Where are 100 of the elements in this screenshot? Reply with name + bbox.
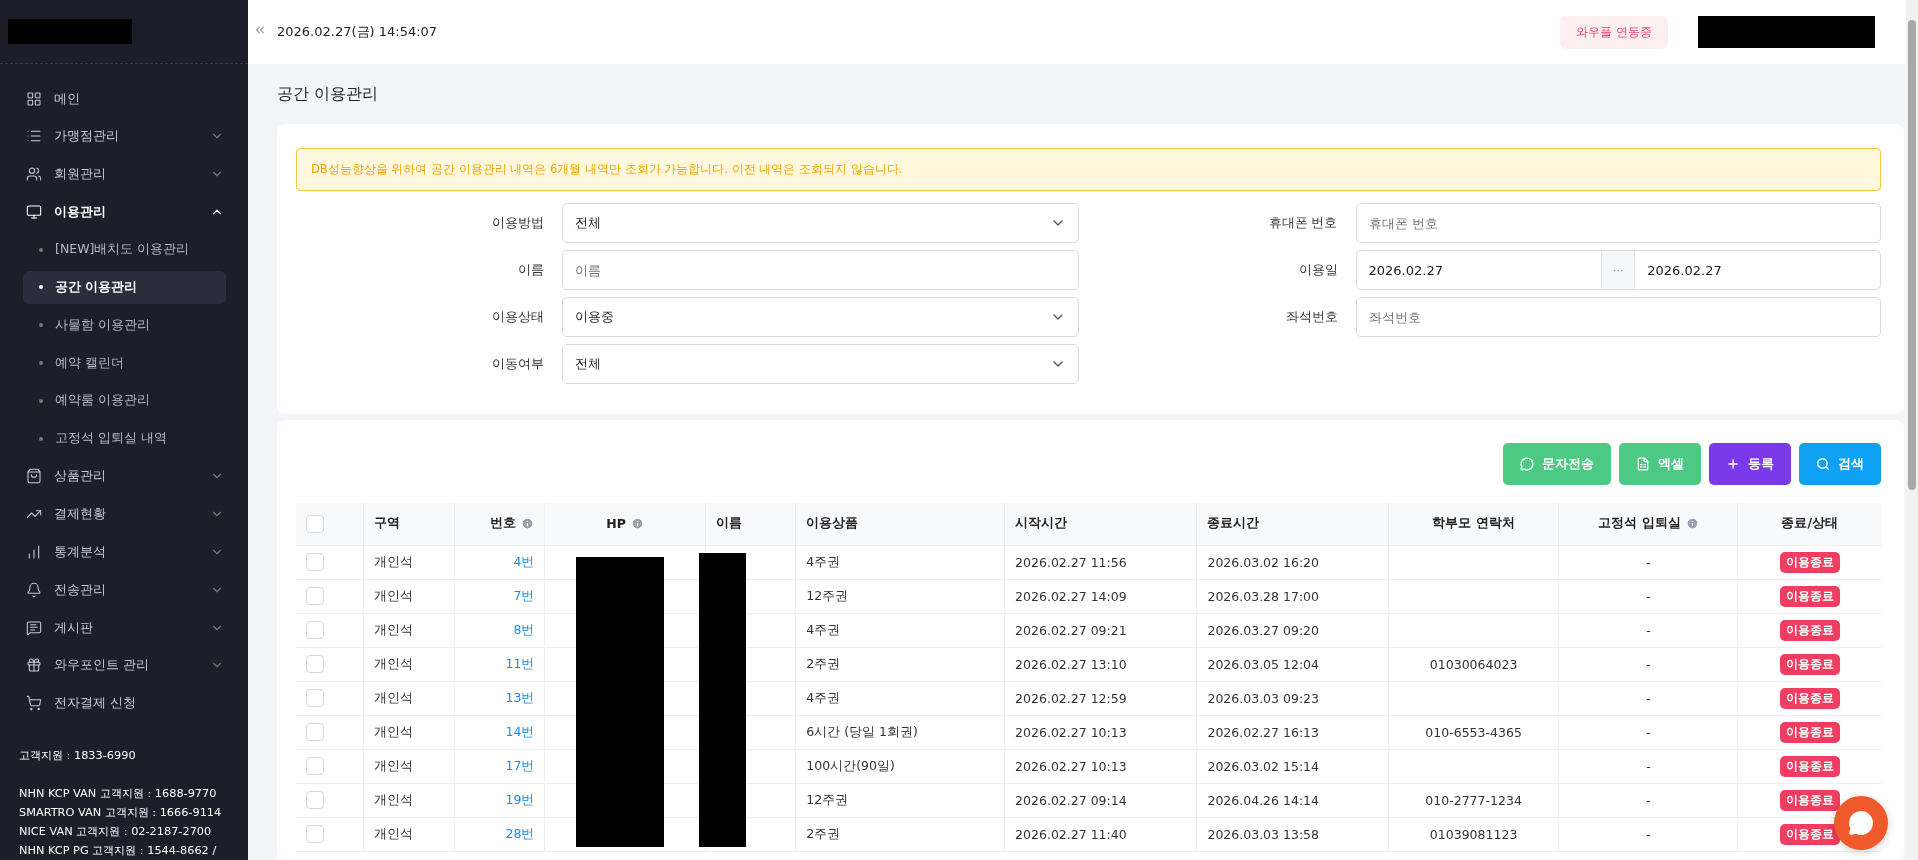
page-title: 공간 이용관리	[276, 83, 380, 105]
spreadsheet-icon	[1636, 457, 1650, 471]
select-field[interactable]: 이용중	[562, 297, 1079, 337]
zone-cell: 개인석	[374, 655, 414, 671]
input-field[interactable]: 이름	[562, 250, 1079, 290]
sidebar-subitem[interactable]: 예약룸 이용관리	[23, 383, 226, 418]
fixed-seat-cell: -	[1646, 758, 1651, 774]
end-time-cell: 2026.03.02 15:14	[1207, 758, 1319, 774]
zone-cell: 개인석	[374, 825, 414, 841]
product-cell: 4주권	[806, 553, 841, 569]
select-field[interactable]: 전체	[562, 344, 1079, 384]
support-text: NICE VAN 고객지원 : 02-2187-2700	[19, 824, 213, 840]
chat-bubble-icon	[1848, 810, 1874, 836]
seat-number-link[interactable]: 14번	[505, 723, 535, 739]
status-badge: 이용종료	[1779, 653, 1840, 675]
start-time-cell: 2026.02.27 09:14	[1015, 792, 1127, 808]
row-checkbox[interactable]	[306, 757, 324, 775]
zone-cell: 개인석	[374, 587, 414, 603]
seat-number-link[interactable]: 8번	[513, 621, 535, 637]
row-checkbox[interactable]	[306, 621, 324, 639]
seat-number-link[interactable]: 13번	[505, 689, 535, 705]
status-badge: 이용종료	[1779, 585, 1840, 607]
row-checkbox[interactable]	[306, 791, 324, 809]
end-time-cell: 2026.03.02 16:20	[1207, 554, 1319, 570]
sidebar-subitem[interactable]: [NEW]배치도 이용관리	[23, 232, 226, 267]
status-badge: 이용종료	[1779, 721, 1840, 743]
fixed-seat-cell: -	[1646, 724, 1651, 740]
product-cell: 2주권	[806, 655, 841, 671]
fixed-seat-cell: -	[1646, 554, 1651, 570]
search-icon	[1816, 457, 1830, 471]
product-cell: 12주권	[806, 791, 849, 807]
start-time-cell: 2026.02.27 12:59	[1015, 690, 1127, 706]
seat-number-link[interactable]: 11번	[505, 655, 535, 671]
column-header: 종료/상태	[1781, 515, 1838, 531]
sidebar-item[interactable]: 게시판	[0, 608, 248, 647]
input-field[interactable]: 휴대폰 번호	[1355, 203, 1881, 243]
notice-banner: DB성능향상을 위하여 공간 이용관리 내역은 6개월 내역만 조회가 가능합니다. 이전 내역은 조회되지 않습니다.	[296, 148, 1881, 191]
sidebar-subitem[interactable]: 공간 이용관리	[23, 270, 226, 305]
sidebar-subitem[interactable]: 고정석 입퇴실 내역	[23, 421, 226, 456]
start-time-cell: 2026.02.27 11:56	[1015, 554, 1127, 570]
column-header: 학부모 연락처	[1432, 515, 1515, 531]
seat-number-link[interactable]: 4번	[513, 553, 535, 569]
select-all-checkbox[interactable]	[306, 514, 324, 533]
product-cell: 4주권	[806, 621, 841, 637]
sidebar-item[interactable]: 이용관리	[0, 192, 248, 231]
column-header: 이름	[715, 515, 742, 531]
sidebar-item[interactable]: 상품관리	[0, 457, 248, 496]
sidebar-subitem[interactable]: 사물함 이용관리	[23, 308, 226, 343]
column-header: 종료시간	[1207, 515, 1260, 531]
row-checkbox[interactable]	[306, 689, 324, 707]
fixed-seat-cell: -	[1646, 792, 1651, 808]
action-button[interactable]: 등록	[1709, 443, 1791, 485]
field-label: 이용상태	[491, 308, 544, 326]
status-badge: 이용종료	[1779, 789, 1840, 811]
fixed-seat-cell: -	[1646, 622, 1651, 638]
row-checkbox[interactable]	[306, 723, 324, 741]
double-chevron-left-icon	[253, 23, 267, 37]
sidebar-item[interactable]: 가맹점관리	[0, 117, 248, 156]
grid-icon	[26, 90, 42, 107]
column-header: 번호	[490, 515, 517, 533]
parent-contact-cell: 010-6553-4365	[1425, 724, 1522, 740]
fixed-seat-cell: -	[1646, 690, 1651, 706]
zone-cell: 개인석	[374, 757, 414, 773]
seat-number-link[interactable]: 19번	[505, 791, 535, 807]
sidebar-item[interactable]: 결제현황	[0, 495, 248, 534]
column-header: 고정석 입퇴실	[1598, 515, 1681, 533]
support-text: NHN KCP PG 고객지원 : 1544-8662 /	[19, 843, 218, 859]
column-header: HP	[606, 516, 626, 532]
status-badge: 이용종료	[1779, 619, 1840, 641]
seat-number-link[interactable]: 28번	[505, 825, 535, 841]
end-time-cell: 2026.04.26 14:14	[1207, 792, 1319, 808]
scrollbar[interactable]	[1906, 0, 1918, 860]
bell-icon	[26, 581, 42, 598]
current-datetime: 2026.02.27(금) 14:54:07	[277, 23, 439, 41]
field-label: 이용일	[1297, 261, 1338, 279]
sidebar-item[interactable]: 와우포인트 관리	[0, 646, 248, 685]
sidebar-item[interactable]: 전송관리	[0, 570, 248, 609]
column-header: 이용상품	[806, 515, 859, 531]
select-field[interactable]: 전체	[562, 203, 1079, 243]
bag-icon	[26, 468, 42, 485]
row-checkbox[interactable]	[306, 553, 324, 571]
start-time-cell: 2026.02.27 09:21	[1015, 622, 1127, 638]
row-checkbox[interactable]	[306, 587, 324, 605]
row-checkbox[interactable]	[306, 655, 324, 673]
monitor-icon	[26, 203, 42, 220]
sidebar-item[interactable]: 회원관리	[0, 155, 248, 193]
plus-icon	[1726, 457, 1740, 471]
bar-chart-icon	[26, 544, 42, 560]
product-cell: 6시간 (당일 1회권)	[806, 723, 918, 739]
input-field[interactable]: 좌석번호	[1355, 297, 1881, 337]
sidebar-subitem[interactable]: 예약 캘린더	[23, 346, 226, 380]
sidebar-item[interactable]: 메인	[0, 79, 248, 118]
seat-number-link[interactable]: 7번	[513, 587, 535, 603]
zone-cell: 개인석	[374, 723, 414, 739]
row-checkbox[interactable]	[306, 825, 324, 843]
sidebar-item[interactable]: 전자결제 신청	[0, 684, 248, 722]
users-icon	[26, 166, 42, 183]
seat-number-link[interactable]: 17번	[505, 757, 535, 773]
product-cell: 2주권	[806, 825, 841, 841]
sidebar-item[interactable]: 통계분석	[0, 533, 248, 571]
